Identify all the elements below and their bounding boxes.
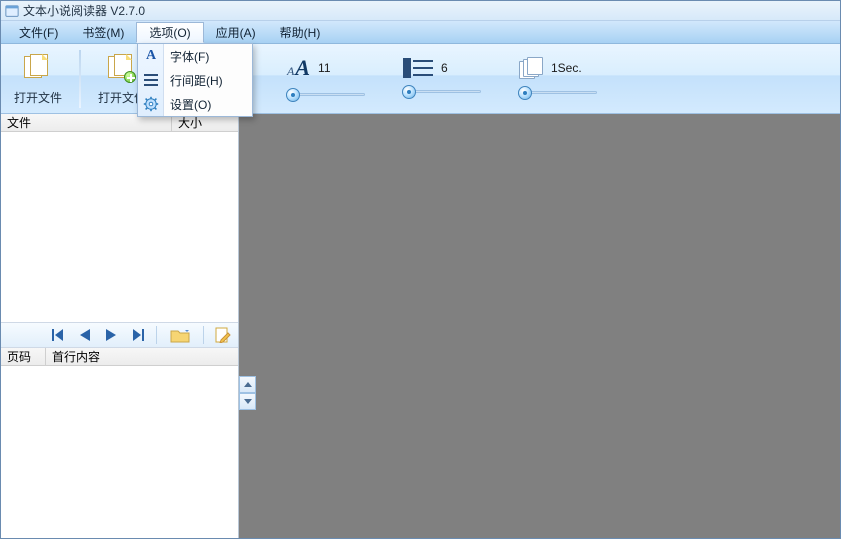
- dd-linegap-label: 行间距(H): [170, 72, 223, 89]
- dd-settings[interactable]: 设置(O): [138, 92, 252, 116]
- last-page-button[interactable]: [128, 326, 146, 344]
- title-bar: 文本小说阅读器 V2.7.0: [1, 1, 840, 21]
- content-area: [239, 114, 840, 538]
- interval-group: 1Sec.: [511, 48, 605, 110]
- page-list-header: 页码 首行内容: [1, 348, 238, 366]
- mini-scrollbar[interactable]: [239, 376, 256, 410]
- font-size-icon: AA: [287, 55, 310, 81]
- pages-icon: [519, 57, 543, 79]
- prev-page-button[interactable]: [76, 326, 94, 344]
- side-panel: 文件 大小: [1, 114, 239, 538]
- open-doc-button[interactable]: [167, 326, 193, 344]
- next-page-button[interactable]: [102, 326, 120, 344]
- app-icon: [5, 4, 19, 18]
- open-file-button[interactable]: 打开文件: [5, 48, 71, 110]
- scroll-down-button[interactable]: [239, 393, 256, 410]
- line-gap-group: 6: [395, 48, 489, 110]
- open-files-icon: [106, 53, 138, 85]
- dd-linegap[interactable]: 行间距(H): [138, 68, 252, 92]
- options-dropdown: A 字体(F) 行间距(H) 设置(O): [137, 43, 253, 117]
- col-first[interactable]: 首行内容: [46, 348, 106, 365]
- toolbar-separator: [156, 326, 157, 344]
- open-file-label: 打开文件: [14, 89, 62, 106]
- menu-file[interactable]: 文件(F): [7, 21, 70, 43]
- col-page[interactable]: 页码: [1, 348, 45, 365]
- toolbar-separator: [79, 50, 81, 108]
- page-nav-toolbar: [1, 322, 238, 348]
- dd-settings-label: 设置(O): [170, 96, 211, 113]
- page-list[interactable]: [1, 366, 238, 538]
- open-file-icon: [22, 53, 54, 85]
- menu-options[interactable]: 选项(O): [136, 22, 203, 43]
- line-gap-icon: [403, 58, 433, 78]
- scroll-up-button[interactable]: [239, 376, 256, 393]
- gear-icon: [143, 96, 159, 112]
- menu-help[interactable]: 帮助(H): [268, 21, 333, 43]
- dd-font-label: 字体(F): [170, 48, 209, 65]
- font-size-value: 11: [318, 61, 346, 75]
- interval-value: 1Sec.: [551, 61, 582, 75]
- file-list[interactable]: [1, 132, 238, 322]
- edit-button[interactable]: [214, 326, 232, 344]
- dd-font[interactable]: A 字体(F): [138, 44, 252, 68]
- font-icon: A: [143, 48, 159, 64]
- workspace: 文件 大小: [1, 114, 840, 538]
- font-size-group: AA 11: [279, 48, 373, 110]
- line-gap-value: 6: [441, 61, 469, 75]
- menu-apply[interactable]: 应用(A): [204, 21, 268, 43]
- toolbar: 打开文件 打开文件 AA 11: [1, 44, 840, 114]
- line-gap-slider[interactable]: [403, 84, 481, 100]
- interval-slider[interactable]: [519, 85, 597, 101]
- font-size-slider[interactable]: [287, 87, 365, 103]
- window-title: 文本小说阅读器 V2.7.0: [23, 2, 145, 19]
- toolbar-separator: [203, 326, 204, 344]
- first-page-button[interactable]: [50, 326, 68, 344]
- linegap-icon: [143, 72, 159, 88]
- menu-bookmark[interactable]: 书签(M): [70, 21, 136, 43]
- menu-bar: 文件(F) 书签(M) 选项(O) 应用(A) 帮助(H): [1, 21, 840, 44]
